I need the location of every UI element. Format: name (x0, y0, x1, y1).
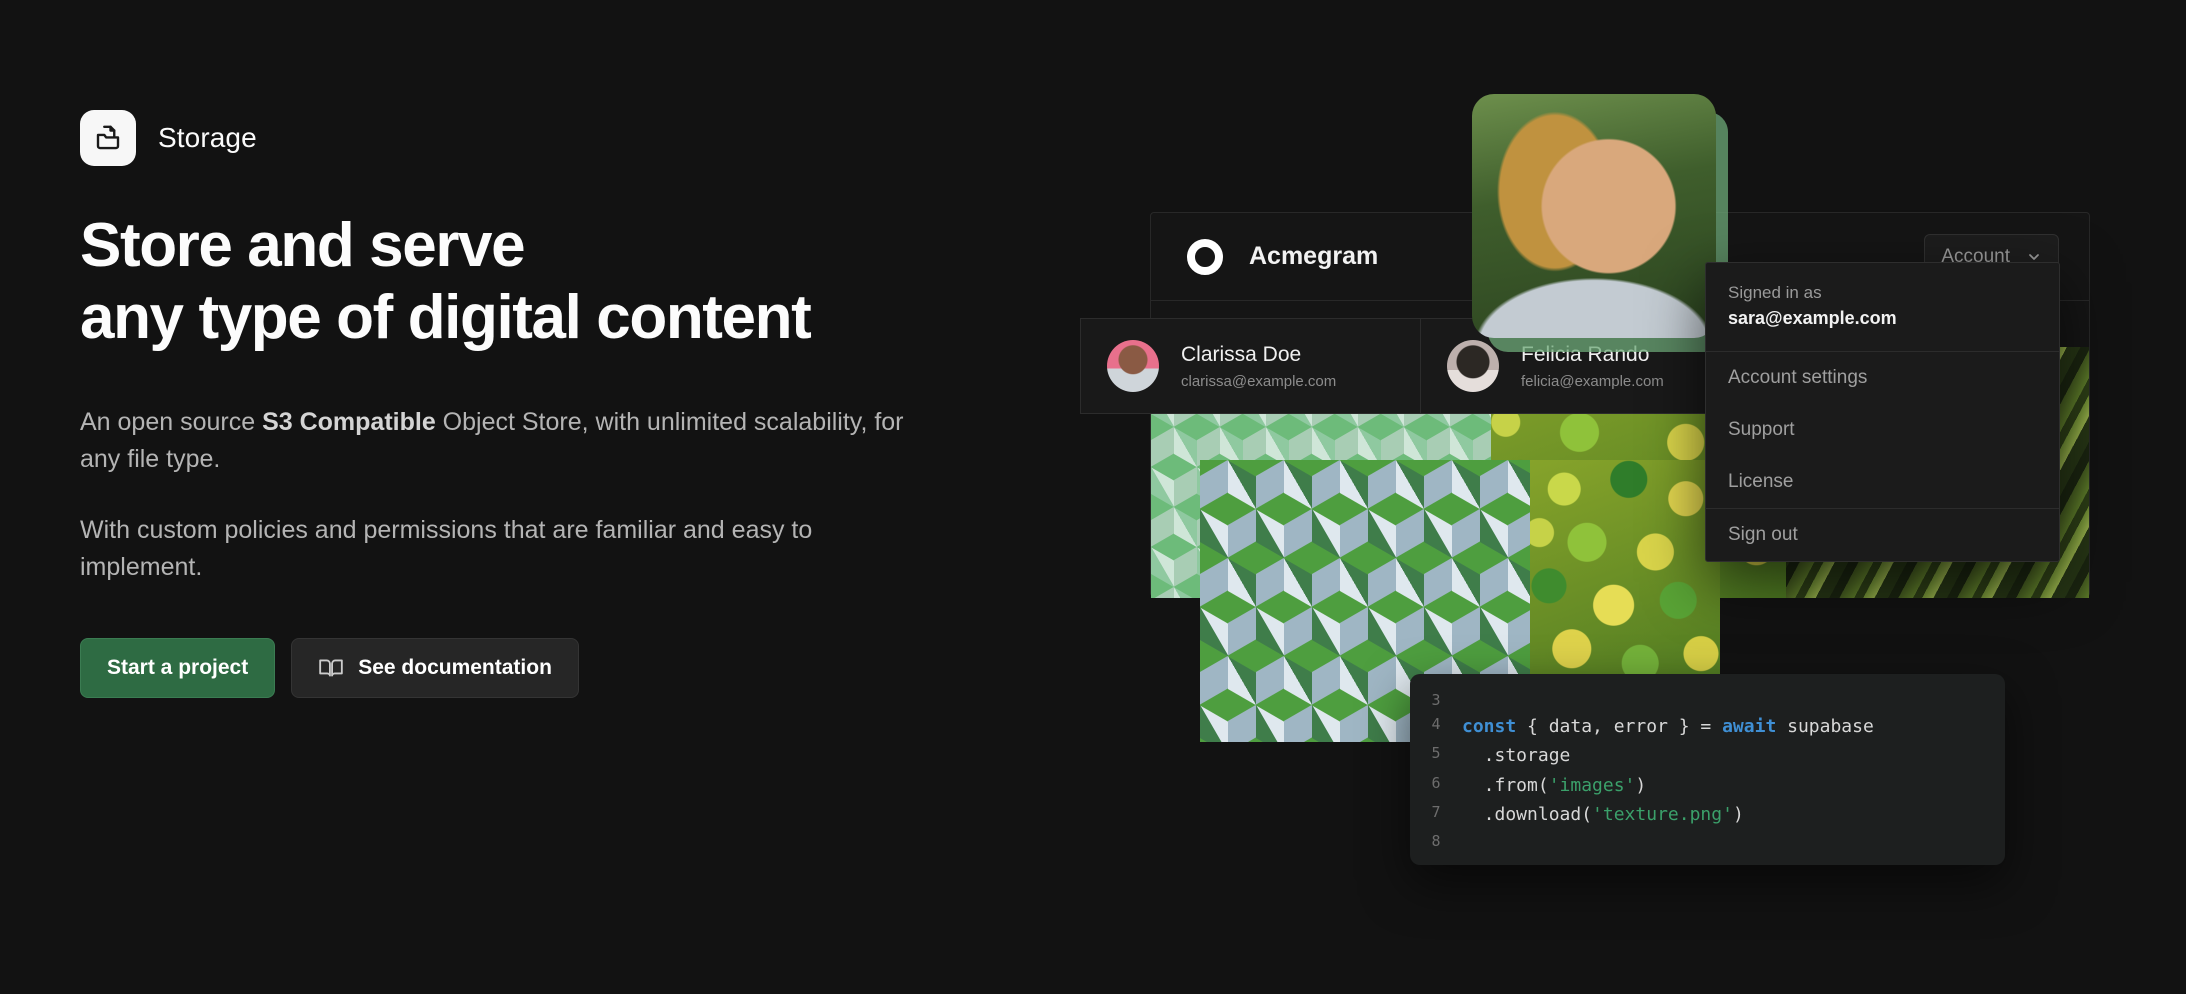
user-name: Clarissa Doe (1181, 342, 1302, 366)
user-card[interactable]: Clarissa Doe clarissa@example.com (1080, 318, 1430, 414)
product-mockup: Acmegram Account Clarissa Doe clarissa@e… (1080, 80, 2140, 920)
code-line-number: 7 (1431, 802, 1441, 821)
code-line-number: 4 (1431, 715, 1441, 734)
code-token: { data, error } = (1516, 716, 1723, 738)
user-card-text: Felicia Rando felicia@example.com (1521, 343, 1664, 390)
product-brand: Storage (80, 110, 1000, 166)
code-token: 'images' (1548, 774, 1636, 796)
code-token: .storage (1462, 745, 1571, 767)
menu-item-support[interactable]: Support (1706, 404, 2059, 456)
code-line: 5 .storage (1410, 741, 2005, 770)
code-token: ) (1635, 774, 1647, 796)
hero-paragraph-1: An open source S3 Compatible Object Stor… (80, 404, 910, 478)
archive-folder-icon (80, 110, 136, 166)
page-title: Store and serve any type of digital cont… (80, 211, 812, 352)
code-line-number: 8 (1431, 831, 1441, 850)
avatar (1447, 340, 1499, 392)
hero-copy-column: Storage Store and serve any type of digi… (80, 110, 1000, 698)
code-token: .from( (1462, 774, 1549, 796)
book-open-icon (318, 655, 344, 681)
user-email: felicia@example.com (1521, 372, 1664, 390)
code-snippet-panel: 3 4 const { data, error } = await supabase… (1410, 674, 2005, 866)
signed-in-label: Signed in as (1728, 283, 1822, 302)
code-token: supabase (1776, 716, 1874, 738)
code-token: await (1722, 716, 1777, 738)
code-line: 3 (1410, 688, 2005, 712)
code-token: const (1462, 716, 1517, 738)
start-a-project-button[interactable]: Start a project (80, 637, 276, 698)
app-brand: Acmegram (1187, 238, 1379, 275)
circle-ring-icon (1187, 238, 1223, 275)
code-line-number: 6 (1431, 773, 1441, 792)
app-brand-label: Acmegram (1249, 242, 1379, 270)
see-documentation-label: See documentation (358, 655, 552, 679)
code-line-text: .download('texture.png') (1462, 800, 1744, 829)
cta-row: Start a project See documentation (80, 637, 1000, 698)
start-a-project-label: Start a project (107, 655, 249, 679)
code-line-text: const { data, error } = await supabase (1462, 712, 1874, 741)
code-line-number: 3 (1431, 691, 1441, 709)
code-token: ) (1732, 803, 1744, 825)
storage-landing-hero: Storage Store and serve any type of digi… (0, 0, 2186, 994)
code-line: 6 .from('images') (1410, 771, 2005, 800)
code-line-number: 5 (1431, 744, 1441, 763)
product-brand-label: Storage (158, 122, 257, 153)
menu-item-sign-out[interactable]: Sign out (1706, 508, 2059, 561)
avatar (1107, 340, 1159, 392)
account-dropdown-menu: Signed in as sara@example.com Account se… (1705, 262, 2060, 562)
code-line-text: .from('images') (1462, 771, 1647, 800)
code-token: 'texture.png' (1592, 803, 1733, 825)
signed-in-block: Signed in as sara@example.com (1706, 263, 2059, 352)
code-line: 7 .download('texture.png') (1410, 800, 2005, 829)
user-name: Felicia Rando (1521, 342, 1650, 366)
hero-paragraph-2: With custom policies and permissions tha… (80, 515, 813, 581)
code-line: 4 const { data, error } = await supabase (1410, 712, 2005, 741)
code-token: .download( (1462, 803, 1593, 825)
user-email: clarissa@example.com (1181, 372, 1337, 390)
see-documentation-button[interactable]: See documentation (291, 637, 579, 698)
menu-item-license[interactable]: License (1706, 456, 2059, 508)
signed-in-email: sara@example.com (1728, 308, 1897, 328)
citrus-limes-photo-lower[interactable] (1530, 460, 1720, 702)
hero-p1-emphasis: S3 Compatible (262, 407, 436, 436)
user-card-text: Clarissa Doe clarissa@example.com (1181, 343, 1336, 390)
code-line-text: .storage (1462, 741, 1571, 770)
code-line: 8 (1410, 829, 2005, 853)
hero-p1-pre: An open source (80, 407, 263, 436)
woman-laughing-forest-photo[interactable] (1472, 94, 1716, 338)
menu-item-account-settings[interactable]: Account settings (1706, 352, 2059, 404)
